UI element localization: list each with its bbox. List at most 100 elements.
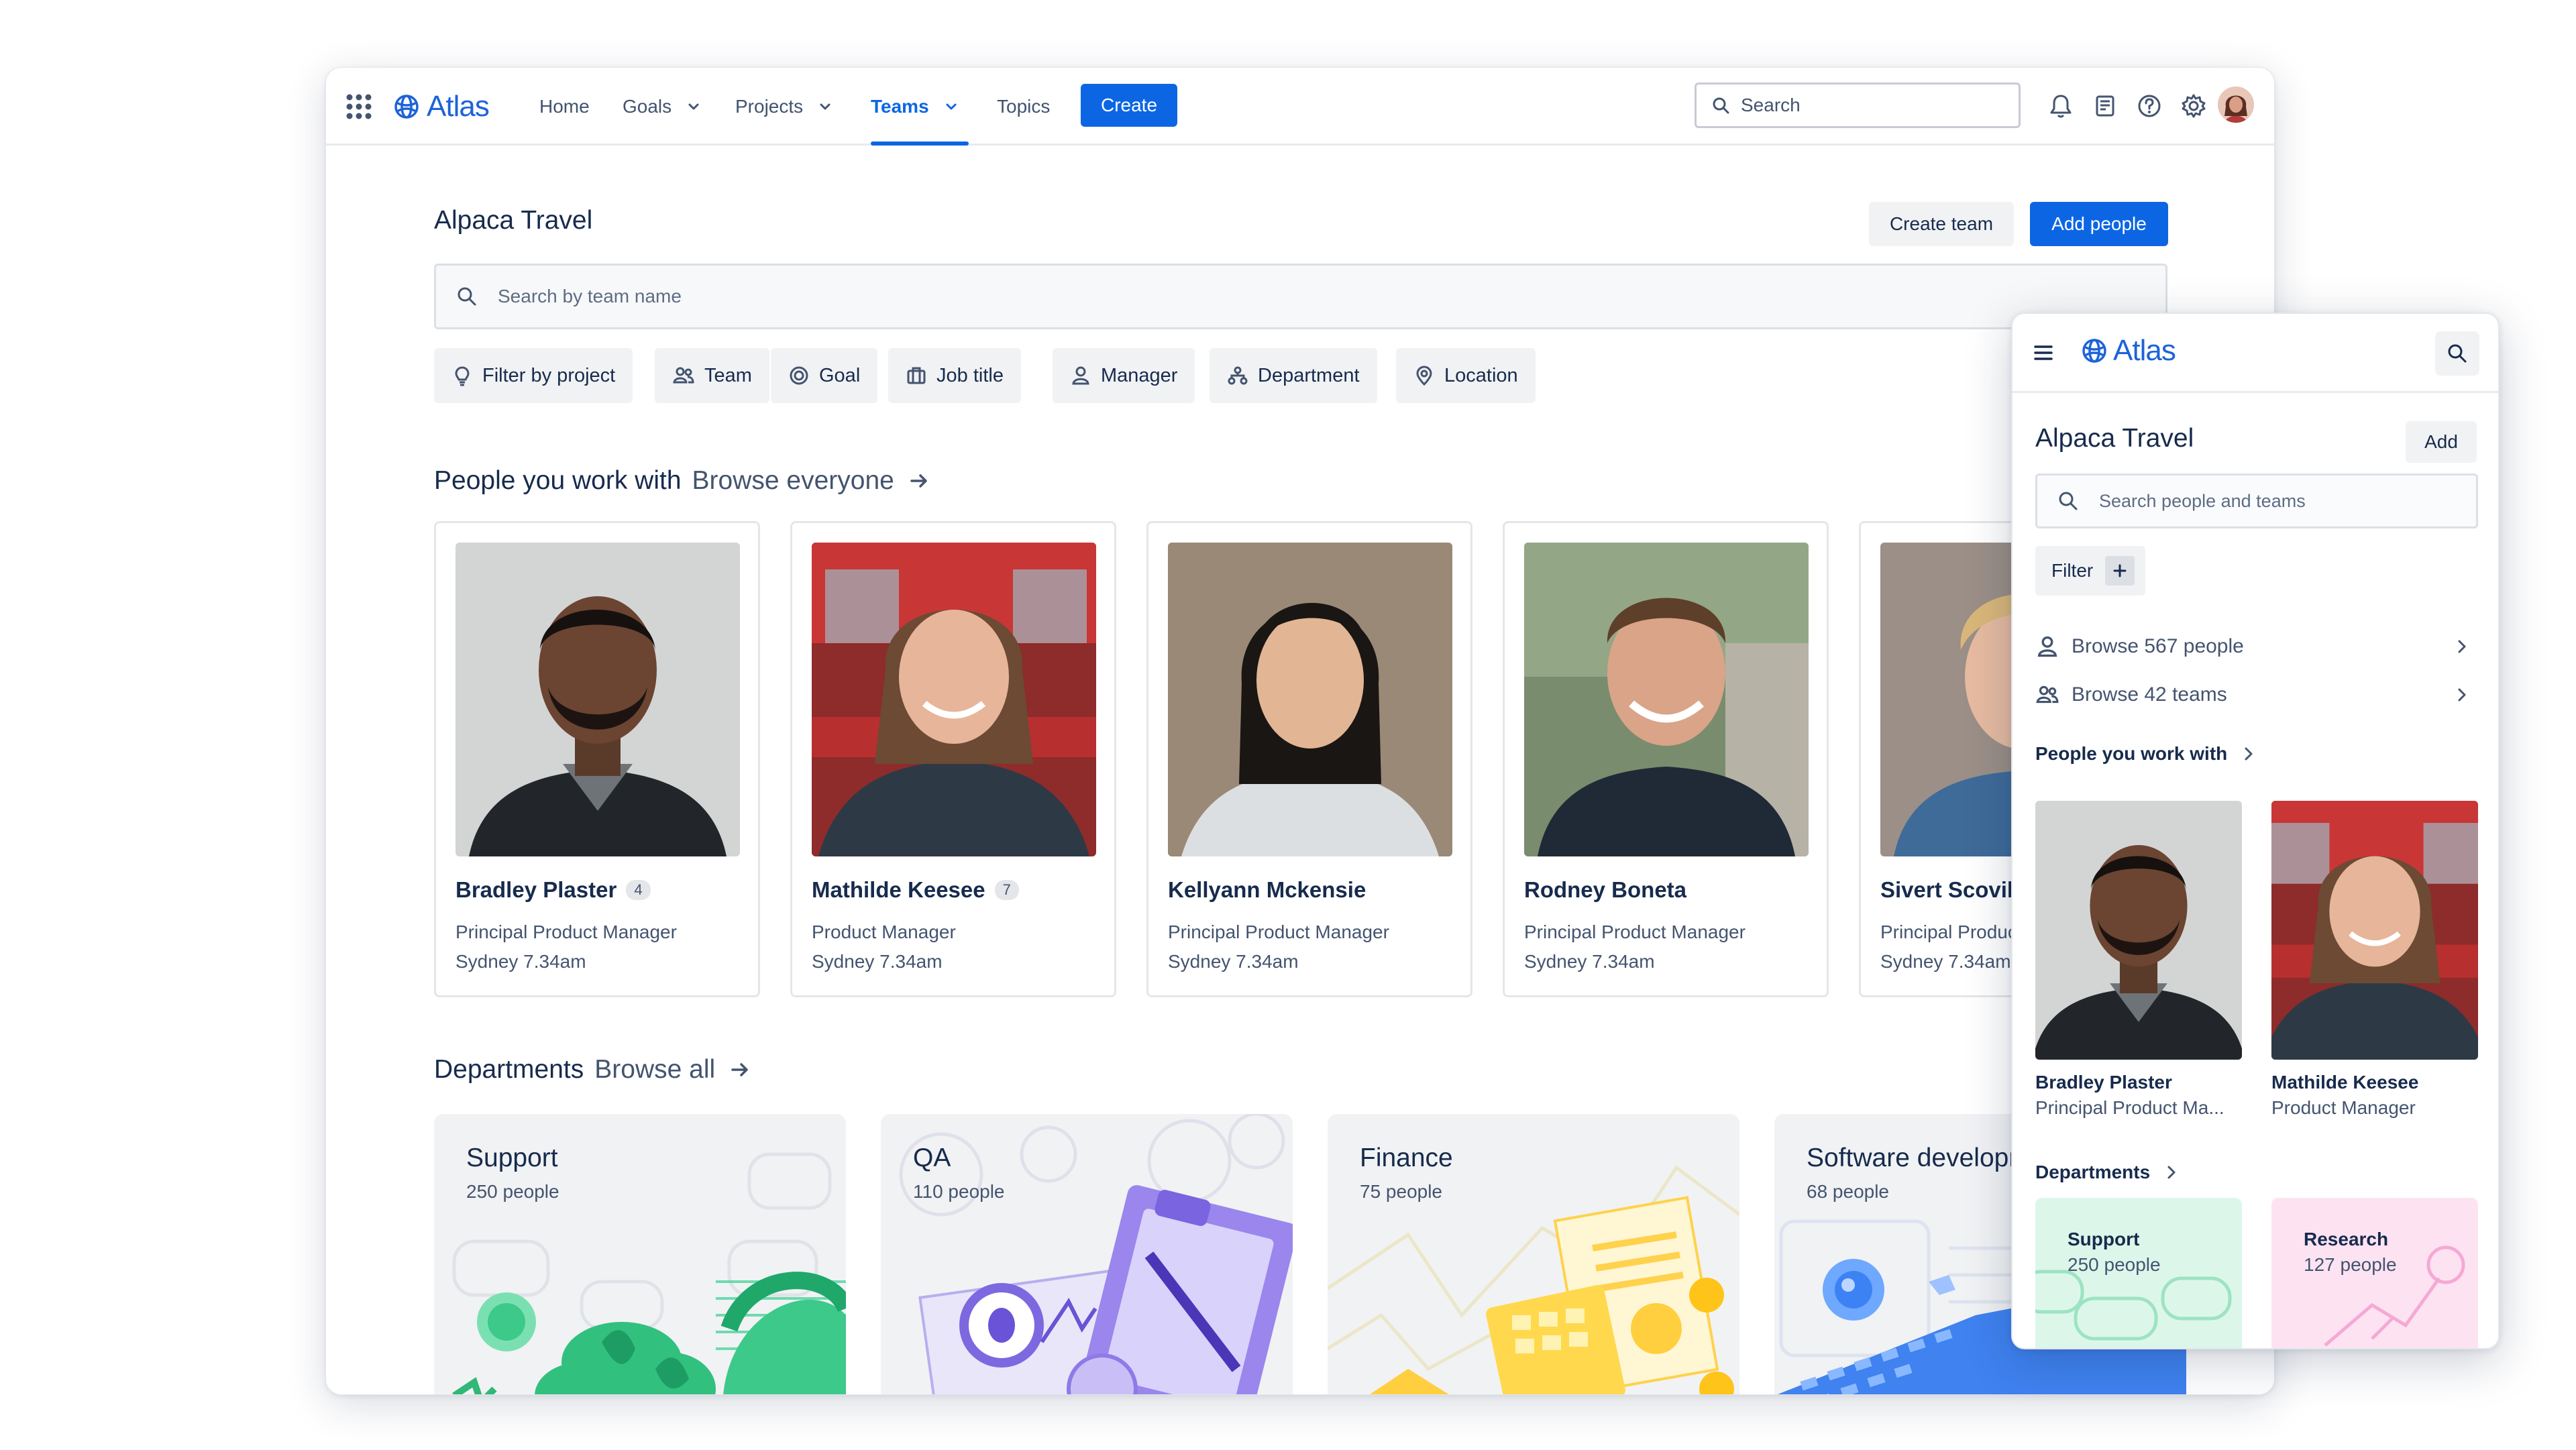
gear-icon[interactable] — [2180, 92, 2208, 120]
chevron-right-icon — [2458, 688, 2466, 702]
global-search-input[interactable]: Search — [1695, 82, 2021, 128]
department-card-support[interactable]: Support 250 people — [434, 1114, 846, 1394]
department-filter-chip[interactable]: Department — [1210, 348, 1377, 403]
person-name: Bradley Plaster — [455, 877, 617, 902]
bell-icon[interactable] — [2047, 92, 2075, 120]
browse-all-link[interactable]: Browse all — [594, 1055, 715, 1084]
mobile-people-section-header[interactable]: People you work with — [2035, 743, 2258, 765]
person-photo — [812, 543, 1096, 856]
browse-everyone-link[interactable]: Browse everyone — [692, 466, 894, 496]
plus-icon — [2105, 556, 2135, 585]
atlas-globe-icon — [394, 95, 419, 119]
add-people-button[interactable]: Add people — [2030, 202, 2168, 246]
person-name: Rodney Boneta — [1524, 877, 1687, 902]
nav-home[interactable]: Home — [539, 68, 590, 146]
person-name-row: Rodney Boneta — [1524, 877, 1686, 903]
person-location: Sydney 7.34am — [455, 951, 586, 972]
hamburger-menu-icon[interactable] — [2031, 341, 2055, 365]
search-icon — [2059, 492, 2078, 510]
arrow-right-icon[interactable] — [906, 468, 932, 494]
atlas-logo[interactable]: Atlas — [393, 88, 490, 125]
nav-teams[interactable]: Teams — [871, 68, 959, 146]
department-count: 68 people — [1807, 1181, 1890, 1202]
person-name: Sivert Scoville — [1880, 877, 2032, 902]
team-search-input[interactable]: Search by team name — [434, 264, 2167, 329]
departments-section-header: Departments Browse all — [434, 1055, 753, 1084]
create-team-button[interactable]: Create team — [1869, 202, 2014, 246]
arrow-right-icon[interactable] — [727, 1057, 753, 1082]
person-name-row: Bradley Plaster 4 — [455, 877, 651, 903]
chevron-right-icon — [2458, 640, 2466, 653]
person-card[interactable]: Kellyann Mckensie Principal Product Mana… — [1146, 521, 1472, 997]
target-icon — [790, 366, 808, 385]
person-name-row: Mathilde Keesee 7 — [812, 877, 1019, 903]
person-photo — [455, 543, 740, 856]
nav-projects[interactable]: Projects — [735, 68, 833, 146]
person-count-badge: 4 — [626, 880, 651, 900]
mobile-search-input[interactable]: Search people and teams — [2035, 473, 2478, 528]
person-card[interactable]: Rodney Boneta Principal Product Manager … — [1503, 521, 1829, 997]
person-role: Principal Product Manager — [455, 922, 677, 942]
people-section-title: People you work with — [434, 466, 682, 495]
help-icon[interactable] — [2135, 92, 2163, 120]
mobile-atlas-logo[interactable]: Atlas — [2081, 334, 2176, 368]
mobile-department-card-research[interactable]: Research 127 people — [2271, 1198, 2478, 1348]
mobile-departments-section-header[interactable]: Departments — [2035, 1162, 2181, 1183]
department-card-qa[interactable]: QA 110 people — [881, 1114, 1293, 1394]
browse-people-row[interactable]: Browse 567 people — [2035, 626, 2478, 667]
department-count: 75 people — [1360, 1181, 1443, 1202]
nav-teams-label: Teams — [871, 96, 929, 117]
person-card[interactable]: Bradley Plaster 4 Principal Product Manag… — [434, 521, 760, 997]
person-location: Sydney 7.34am — [812, 951, 943, 972]
nav-goals[interactable]: Goals — [623, 68, 701, 146]
user-avatar[interactable] — [2218, 87, 2254, 123]
mobile-person-photo[interactable] — [2035, 801, 2242, 1060]
person-photo — [1524, 543, 1809, 856]
mobile-department-card-support[interactable]: Support 250 people — [2035, 1198, 2242, 1348]
mobile-app-name: Atlas — [2113, 334, 2176, 367]
search-icon — [1713, 97, 1729, 114]
person-location: Sydney 7.34am — [1524, 951, 1655, 972]
mobile-departments-title: Departments — [2035, 1162, 2151, 1182]
team-search-placeholder: Search by team name — [498, 286, 682, 306]
search-icon — [2448, 344, 2467, 363]
mobile-department-count: 250 people — [2068, 1254, 2161, 1275]
manager-filter-chip[interactable]: Manager — [1053, 348, 1195, 403]
person-card[interactable]: Mathilde Keesee 7 Product Manager Sydney … — [790, 521, 1116, 997]
browse-teams-row[interactable]: Browse 42 teams — [2035, 675, 2478, 715]
chip-label: Manager — [1101, 364, 1178, 386]
page-icon[interactable] — [2091, 92, 2119, 120]
mobile-person-name: Bradley Plaster — [2035, 1072, 2172, 1093]
mobile-department-name: Research — [2304, 1229, 2389, 1249]
page-title: Alpaca Travel — [434, 206, 593, 235]
job-title-filter-chip[interactable]: Job title — [888, 348, 1021, 403]
nav-topics[interactable]: Topics — [997, 68, 1050, 146]
department-card-finance[interactable]: Finance 75 people — [1328, 1114, 1739, 1394]
lightbulb-icon — [455, 366, 470, 386]
person-icon — [1072, 366, 1089, 385]
chip-label: Job title — [936, 364, 1004, 386]
mobile-add-button[interactable]: Add — [2406, 421, 2477, 463]
browse-people-label: Browse 567 people — [2072, 635, 2244, 657]
location-filter-chip[interactable]: Location — [1396, 348, 1536, 403]
person-icon — [2037, 636, 2057, 657]
app-switcher-icon[interactable] — [345, 93, 373, 121]
team-filter-chip[interactable]: Team — [655, 348, 769, 403]
mobile-person-photo[interactable] — [2271, 801, 2478, 1060]
mobile-filter-button[interactable]: Filter — [2035, 546, 2146, 596]
mobile-search-button[interactable] — [2435, 331, 2479, 376]
nav-home-label: Home — [539, 96, 590, 117]
people-section-header: People you work with Browse everyone — [434, 466, 932, 496]
chevron-down-icon — [946, 103, 957, 110]
department-name: QA — [913, 1144, 951, 1172]
department-count: 110 people — [913, 1181, 1005, 1202]
filter-by-project-chip[interactable]: Filter by project — [434, 348, 633, 403]
person-location: Sydney 7.34am — [1880, 951, 2011, 972]
mobile-filter-label: Filter — [2051, 560, 2094, 581]
chevron-down-icon — [688, 103, 699, 110]
mobile-department-name: Support — [2068, 1229, 2140, 1249]
goal-filter-chip[interactable]: Goal — [771, 348, 878, 403]
create-button[interactable]: Create — [1081, 84, 1177, 127]
location-pin-icon — [1416, 366, 1432, 386]
desktop-window: Atlas Home Goals Projects Teams Topics C… — [325, 67, 2275, 1395]
